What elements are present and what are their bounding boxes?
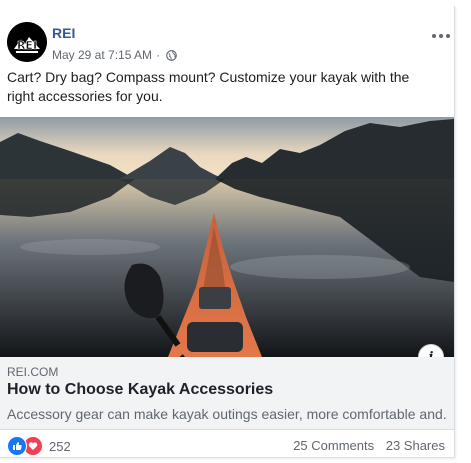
comments-count-link[interactable]: 25 Comments: [293, 438, 374, 453]
page-name-link[interactable]: REI: [52, 25, 75, 41]
shares-count-link[interactable]: 23 Shares: [386, 438, 445, 453]
link-title[interactable]: How to Choose Kayak Accessories: [7, 381, 273, 399]
link-domain: REI.COM: [7, 365, 59, 379]
post-card: REI REI May 29 at 7:15 AM · Cart? Dry ba…: [0, 6, 455, 458]
post-header: REI REI May 29 at 7:15 AM ·: [7, 22, 450, 66]
meta-separator: ·: [156, 48, 161, 62]
screen: REI REI May 29 at 7:15 AM · Cart? Dry ba…: [0, 0, 471, 463]
post-footer: 252 25 Comments 23 Shares: [7, 432, 447, 456]
more-options-icon[interactable]: [432, 29, 450, 43]
post-meta: May 29 at 7:15 AM ·: [52, 48, 177, 62]
reactions-summary[interactable]: 252: [7, 436, 71, 456]
page-avatar[interactable]: REI: [7, 22, 47, 62]
reaction-count: 252: [49, 438, 71, 454]
post-timestamp[interactable]: May 29 at 7:15 AM: [52, 48, 152, 62]
link-description: Accessory gear can make kayak outings ea…: [7, 406, 447, 422]
post-body-text: Cart? Dry bag? Compass mount? Customize …: [7, 69, 410, 104]
engagement-stats: 25 Comments 23 Shares: [293, 438, 445, 453]
kayak-photo: [0, 117, 454, 357]
globe-icon: [166, 49, 177, 61]
like-reaction-icon: [7, 436, 27, 456]
rei-logo: REI: [7, 22, 47, 62]
link-preview[interactable]: REI.COM How to Choose Kayak Accessories …: [0, 357, 454, 430]
post-image[interactable]: [0, 117, 454, 357]
svg-text:REI: REI: [17, 39, 37, 52]
